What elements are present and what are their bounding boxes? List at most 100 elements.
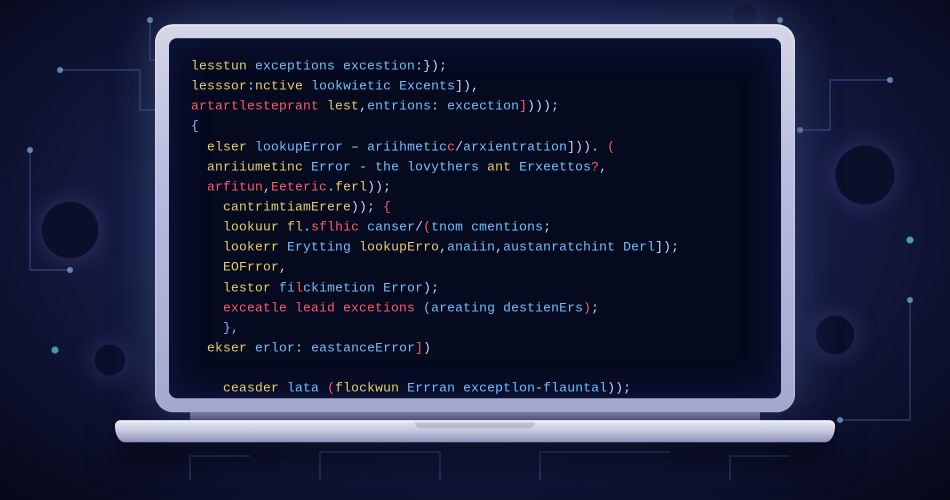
code-token: : xyxy=(247,78,255,93)
code-token xyxy=(303,78,311,93)
code-token: exceptlon xyxy=(463,381,535,396)
code-line: lesssor:nctive lookwietic Excents]), xyxy=(191,76,759,96)
code-token: ])). xyxy=(567,139,607,154)
code-token: / xyxy=(415,219,423,234)
code-token: . xyxy=(327,179,335,194)
code-token: tnom cmentions xyxy=(431,219,543,234)
code-token: / xyxy=(455,139,463,154)
code-token xyxy=(303,340,311,355)
code-token: ) xyxy=(423,340,431,355)
laptop-screen: lesstun exceptions excestion:});lesssor:… xyxy=(169,38,781,398)
code-token: , xyxy=(263,179,271,194)
code-token xyxy=(271,280,279,295)
code-token: sflhic xyxy=(311,219,359,234)
code-token: – xyxy=(343,139,367,154)
laptop-bezel: lesstun exceptions excestion:});lesssor:… xyxy=(155,24,795,412)
code-line: EOFrror, xyxy=(191,258,759,278)
code-line: elser lookupError – ariihmeticc/arxientr… xyxy=(191,137,759,157)
code-token: - xyxy=(351,159,375,174)
code-token: EOFrror xyxy=(223,260,279,275)
code-token: ariihmetic xyxy=(367,139,447,154)
code-token: (areating destienErs xyxy=(423,300,583,315)
code-token: ( xyxy=(423,219,431,234)
code-line: { xyxy=(191,117,759,137)
code-token xyxy=(359,219,367,234)
gear-icon xyxy=(50,300,170,420)
code-token: lookupErro xyxy=(359,240,439,255)
code-token: Eeteric xyxy=(271,179,327,194)
code-line: ceasder lata (flockwun Errran exceptlon-… xyxy=(191,379,759,399)
code-token xyxy=(439,99,447,114)
code-line: lesstun exceptions excestion:}); xyxy=(191,56,759,76)
code-token: lata xyxy=(287,381,319,396)
code-token xyxy=(455,381,463,396)
code-token: lookwietic Excents xyxy=(311,78,455,93)
code-token: Errran xyxy=(407,381,455,396)
code-token: cantrimtiamErere xyxy=(223,199,351,214)
code-token: lestor xyxy=(223,280,271,295)
code-token xyxy=(279,240,287,255)
code-token xyxy=(415,300,423,315)
code-token: lookuur xyxy=(223,219,279,234)
code-token: , xyxy=(495,240,503,255)
code-token xyxy=(399,381,407,396)
code-token: nctive xyxy=(255,78,303,93)
code-token xyxy=(247,58,255,73)
code-token: ; xyxy=(543,219,551,234)
code-token: lest xyxy=(327,99,359,114)
code-token: )); xyxy=(367,179,391,194)
code-token: )); xyxy=(607,381,631,396)
code-token: ant xyxy=(487,159,511,174)
code-token: - xyxy=(535,381,543,396)
code-token: lookupError xyxy=(255,139,343,154)
code-line: exceatle leaid excetions (areating desti… xyxy=(191,298,759,318)
code-token xyxy=(247,340,255,355)
laptop-illustration: lesstun exceptions excestion:});lesssor:… xyxy=(155,24,795,442)
code-token: arfitun xyxy=(207,179,263,194)
code-line: arfitun,Eeteric.ferl)); xyxy=(191,177,759,197)
code-token xyxy=(247,139,255,154)
code-token: austanratchint Derl xyxy=(503,240,655,255)
code-token: the lovythers xyxy=(375,159,479,174)
code-token: , xyxy=(599,159,607,174)
code-token: , xyxy=(439,240,447,255)
code-token: ? xyxy=(591,159,599,174)
code-token: anaiin xyxy=(447,240,495,255)
code-token: erlor xyxy=(255,340,295,355)
code-line: lookerr Erytting lookupErro,anaiin,austa… xyxy=(191,238,759,258)
code-line: artartlesteprant lest,entrions: excectio… xyxy=(191,97,759,117)
code-token: :}); xyxy=(415,58,447,73)
code-token: { xyxy=(383,199,391,214)
code-token: artartlesteprant xyxy=(191,99,319,114)
code-token xyxy=(511,159,519,174)
code-token: ferl xyxy=(335,179,367,194)
code-token: ]), xyxy=(455,78,479,93)
code-token: ))); xyxy=(527,99,559,114)
code-token: Erytting xyxy=(287,240,351,255)
code-token xyxy=(319,381,327,396)
code-token: ckimetion Error xyxy=(303,280,423,295)
code-line: cantrimtiamErere)); { xyxy=(191,197,759,217)
code-token: ] xyxy=(415,340,423,355)
code-token: ceasder xyxy=(223,381,279,396)
code-token xyxy=(479,159,487,174)
code-token: ); xyxy=(423,280,439,295)
code-token: , xyxy=(359,99,367,114)
code-token: flockwun xyxy=(335,381,399,396)
code-token: canser xyxy=(367,219,415,234)
code-token xyxy=(279,219,287,234)
code-token: { xyxy=(191,119,199,134)
code-token: : xyxy=(431,99,439,114)
code-token: lookerr xyxy=(223,240,279,255)
code-token xyxy=(303,159,311,174)
code-token: fl xyxy=(287,219,303,234)
code-token: Error xyxy=(311,159,351,174)
code-token: lesstun xyxy=(191,58,247,73)
code-line: }, xyxy=(191,318,759,338)
code-token: c xyxy=(447,139,455,154)
code-token: anriiumetinc xyxy=(207,159,303,174)
code-token: elser xyxy=(207,139,247,154)
code-token xyxy=(319,99,327,114)
code-line: lestor filckimetion Error); xyxy=(191,278,759,298)
code-token: ] xyxy=(519,99,527,114)
